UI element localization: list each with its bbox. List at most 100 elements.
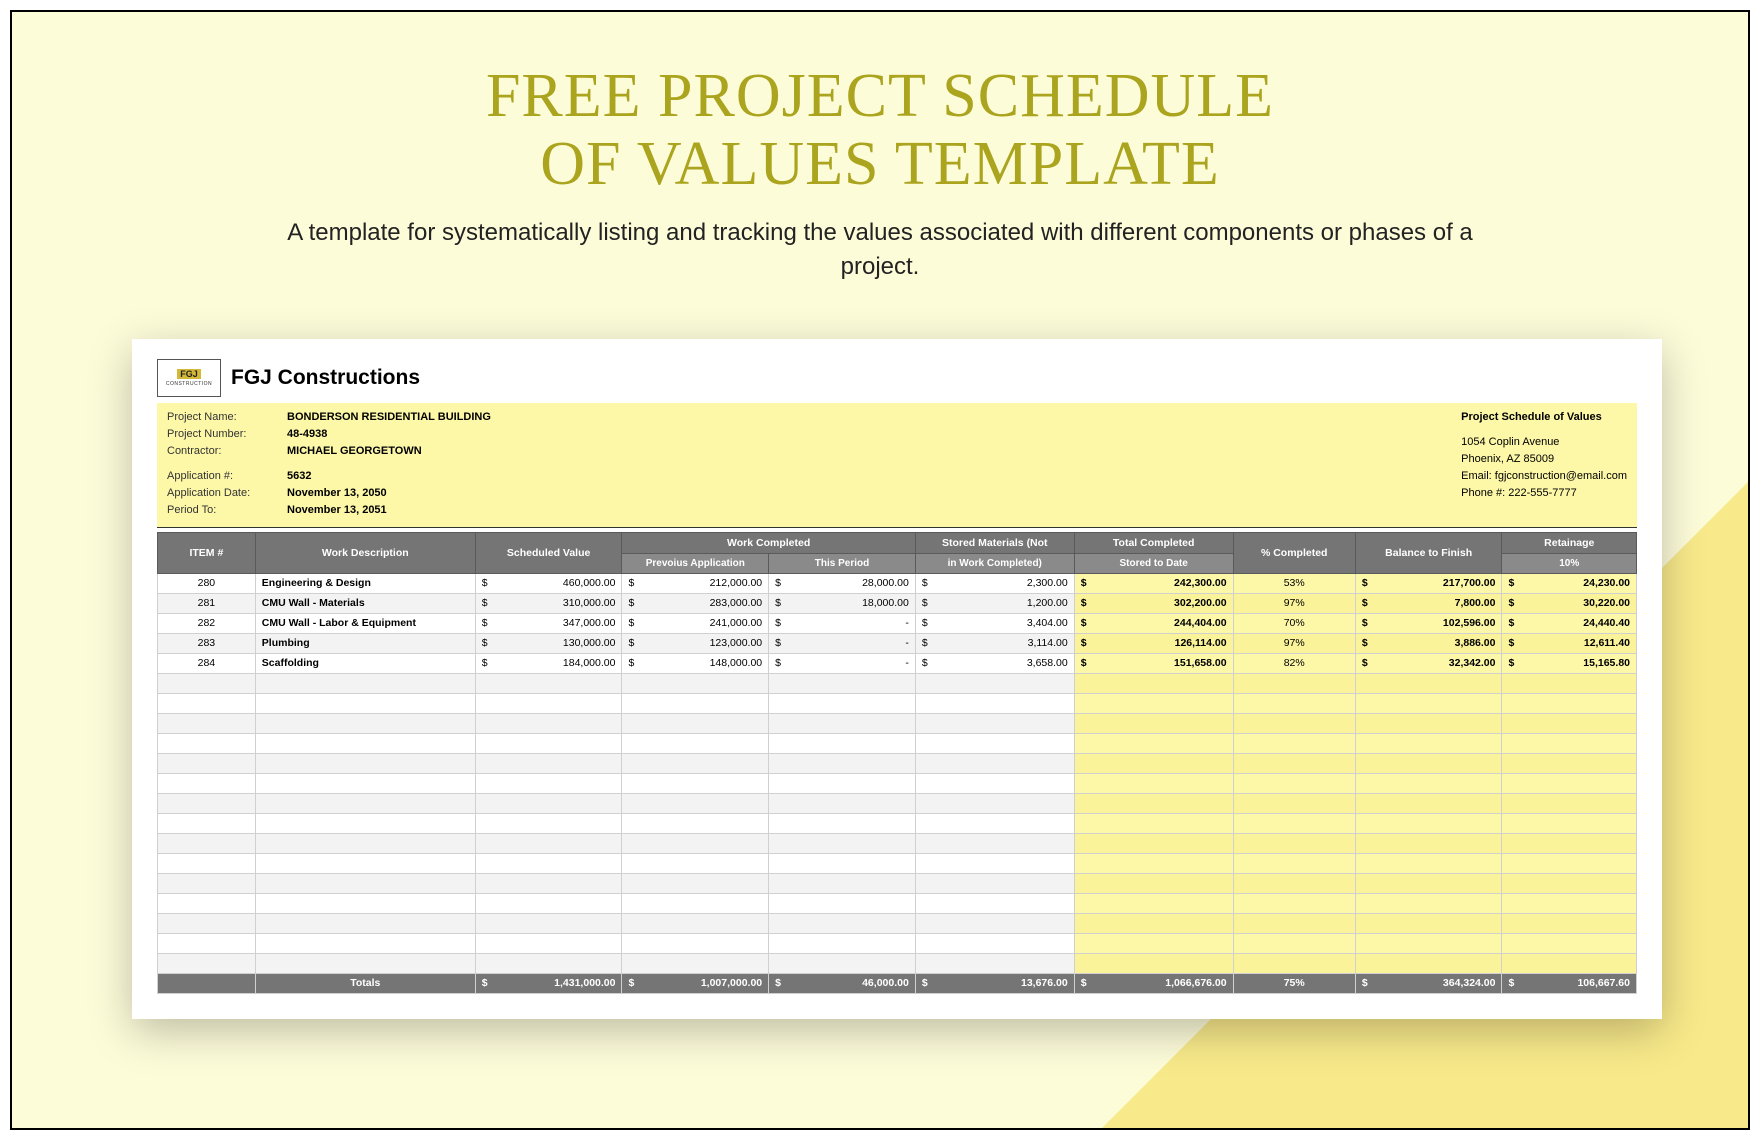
- cell-pct: 53%: [1233, 573, 1355, 593]
- col-pct-completed: % Completed: [1233, 532, 1355, 573]
- col-stored-materials-bot: in Work Completed): [915, 553, 1074, 573]
- table-row-empty: [158, 913, 1637, 933]
- table-row-empty: [158, 773, 1637, 793]
- table-row-empty: [158, 673, 1637, 693]
- cell-stored: $3,114.00: [915, 633, 1074, 653]
- cell-total-completed: $244,404.00: [1074, 613, 1233, 633]
- col-previous-application: Prevoius Application: [622, 553, 769, 573]
- cell-total-completed: $151,658.00: [1074, 653, 1233, 673]
- table-row-empty: [158, 813, 1637, 833]
- cell-retainage: $15,165.80: [1502, 653, 1637, 673]
- cell-balance: $3,886.00: [1355, 633, 1502, 653]
- table-row-empty: [158, 893, 1637, 913]
- logo-subtext: CONSTRUCTION: [166, 381, 212, 387]
- cell-previous: $123,000.00: [622, 633, 769, 653]
- project-name-label: Project Name:: [167, 409, 287, 426]
- contractor-value: MICHAEL GEORGETOWN: [287, 443, 422, 460]
- cell-this-period: $-: [769, 613, 916, 633]
- totals-total-completed: 1,066,676.00: [1165, 977, 1226, 989]
- totals-this-period: 46,000.00: [862, 977, 909, 989]
- col-retainage-top: Retainage: [1502, 532, 1637, 553]
- totals-row: Totals $1,431,000.00 $1,007,000.00 $46,0…: [158, 973, 1637, 993]
- cell-description: CMU Wall - Labor & Equipment: [255, 613, 475, 633]
- period-to-value: November 13, 2051: [287, 502, 387, 519]
- col-total-completed-bot: Stored to Date: [1074, 553, 1233, 573]
- totals-previous: 1,007,000.00: [701, 977, 762, 989]
- contact-phone: Phone #: 222-555-7777: [1461, 485, 1627, 502]
- spreadsheet-card: FGJ CONSTRUCTION FGJ Constructions Proje…: [132, 339, 1662, 1019]
- logo-text: FGJ: [177, 369, 201, 379]
- project-info-left: Project Name:BONDERSON RESIDENTIAL BUILD…: [167, 409, 491, 519]
- project-number-value: 48-4938: [287, 426, 327, 443]
- col-description: Work Description: [255, 532, 475, 573]
- cell-retainage: $12,611.40: [1502, 633, 1637, 653]
- cell-previous: $148,000.00: [622, 653, 769, 673]
- cell-pct: 97%: [1233, 593, 1355, 613]
- cell-previous: $241,000.00: [622, 613, 769, 633]
- table-row-empty: [158, 833, 1637, 853]
- content-area: FREE PROJECT SCHEDULE OF VALUES TEMPLATE…: [12, 12, 1748, 1019]
- cell-stored: $3,658.00: [915, 653, 1074, 673]
- cell-retainage: $24,440.40: [1502, 613, 1637, 633]
- application-number-value: 5632: [287, 468, 311, 485]
- cell-description: Engineering & Design: [255, 573, 475, 593]
- cell-scheduled: $347,000.00: [475, 613, 622, 633]
- address-line-2: Phoenix, AZ 85009: [1461, 451, 1627, 468]
- project-info-right: Project Schedule of Values 1054 Coplin A…: [1461, 409, 1627, 519]
- col-stored-materials-top: Stored Materials (Not: [915, 532, 1074, 553]
- table-row-empty: [158, 853, 1637, 873]
- application-number-label: Application #:: [167, 468, 287, 485]
- sov-table: ITEM # Work Description Scheduled Value …: [157, 532, 1637, 994]
- col-total-completed-top: Total Completed: [1074, 532, 1233, 553]
- title-line-2: OF VALUES TEMPLATE: [540, 130, 1219, 198]
- cell-item: 284: [158, 653, 256, 673]
- cell-scheduled: $460,000.00: [475, 573, 622, 593]
- contractor-label: Contractor:: [167, 443, 287, 460]
- table-row-empty: [158, 753, 1637, 773]
- cell-total-completed: $242,300.00: [1074, 573, 1233, 593]
- cell-pct: 97%: [1233, 633, 1355, 653]
- table-body: 280Engineering & Design$460,000.00$212,0…: [158, 573, 1637, 973]
- table-row-empty: [158, 713, 1637, 733]
- table-row-empty: [158, 733, 1637, 753]
- project-name-value: BONDERSON RESIDENTIAL BUILDING: [287, 409, 491, 426]
- totals-label: Totals: [255, 973, 475, 993]
- table-row-empty: [158, 873, 1637, 893]
- company-header: FGJ CONSTRUCTION FGJ Constructions: [157, 359, 1637, 397]
- application-date-value: November 13, 2050: [287, 485, 387, 502]
- table-row: 281CMU Wall - Materials$310,000.00$283,0…: [158, 593, 1637, 613]
- totals-stored: 13,676.00: [1021, 977, 1068, 989]
- cell-this-period: $18,000.00: [769, 593, 916, 613]
- table-row: 280Engineering & Design$460,000.00$212,0…: [158, 573, 1637, 593]
- totals-pct: 75%: [1233, 973, 1355, 993]
- table-row-empty: [158, 693, 1637, 713]
- table-row-empty: [158, 933, 1637, 953]
- cell-previous: $212,000.00: [622, 573, 769, 593]
- company-logo: FGJ CONSTRUCTION: [157, 359, 221, 397]
- page-title: FREE PROJECT SCHEDULE OF VALUES TEMPLATE: [132, 62, 1628, 198]
- title-line-1: FREE PROJECT SCHEDULE: [486, 62, 1274, 130]
- cell-this-period: $-: [769, 653, 916, 673]
- totals-retainage: 106,667.60: [1577, 977, 1630, 989]
- cell-retainage: $30,220.00: [1502, 593, 1637, 613]
- cell-previous: $283,000.00: [622, 593, 769, 613]
- page-container: FREE PROJECT SCHEDULE OF VALUES TEMPLATE…: [10, 10, 1750, 1130]
- col-balance: Balance to Finish: [1355, 532, 1502, 573]
- table-header: ITEM # Work Description Scheduled Value …: [158, 532, 1637, 573]
- cell-description: Scaffolding: [255, 653, 475, 673]
- project-number-label: Project Number:: [167, 426, 287, 443]
- cell-scheduled: $310,000.00: [475, 593, 622, 613]
- cell-description: CMU Wall - Materials: [255, 593, 475, 613]
- cell-description: Plumbing: [255, 633, 475, 653]
- cell-item: 281: [158, 593, 256, 613]
- table-row: 284Scaffolding$184,000.00$148,000.00$-$3…: [158, 653, 1637, 673]
- table-row: 282CMU Wall - Labor & Equipment$347,000.…: [158, 613, 1637, 633]
- col-retainage-bot: 10%: [1502, 553, 1637, 573]
- cell-total-completed: $126,114.00: [1074, 633, 1233, 653]
- cell-stored: $1,200.00: [915, 593, 1074, 613]
- cell-retainage: $24,230.00: [1502, 573, 1637, 593]
- cell-item: 280: [158, 573, 256, 593]
- page-subtitle: A template for systematically listing an…: [280, 216, 1480, 283]
- application-date-label: Application Date:: [167, 485, 287, 502]
- contact-email: Email: fgjconstruction@email.com: [1461, 468, 1627, 485]
